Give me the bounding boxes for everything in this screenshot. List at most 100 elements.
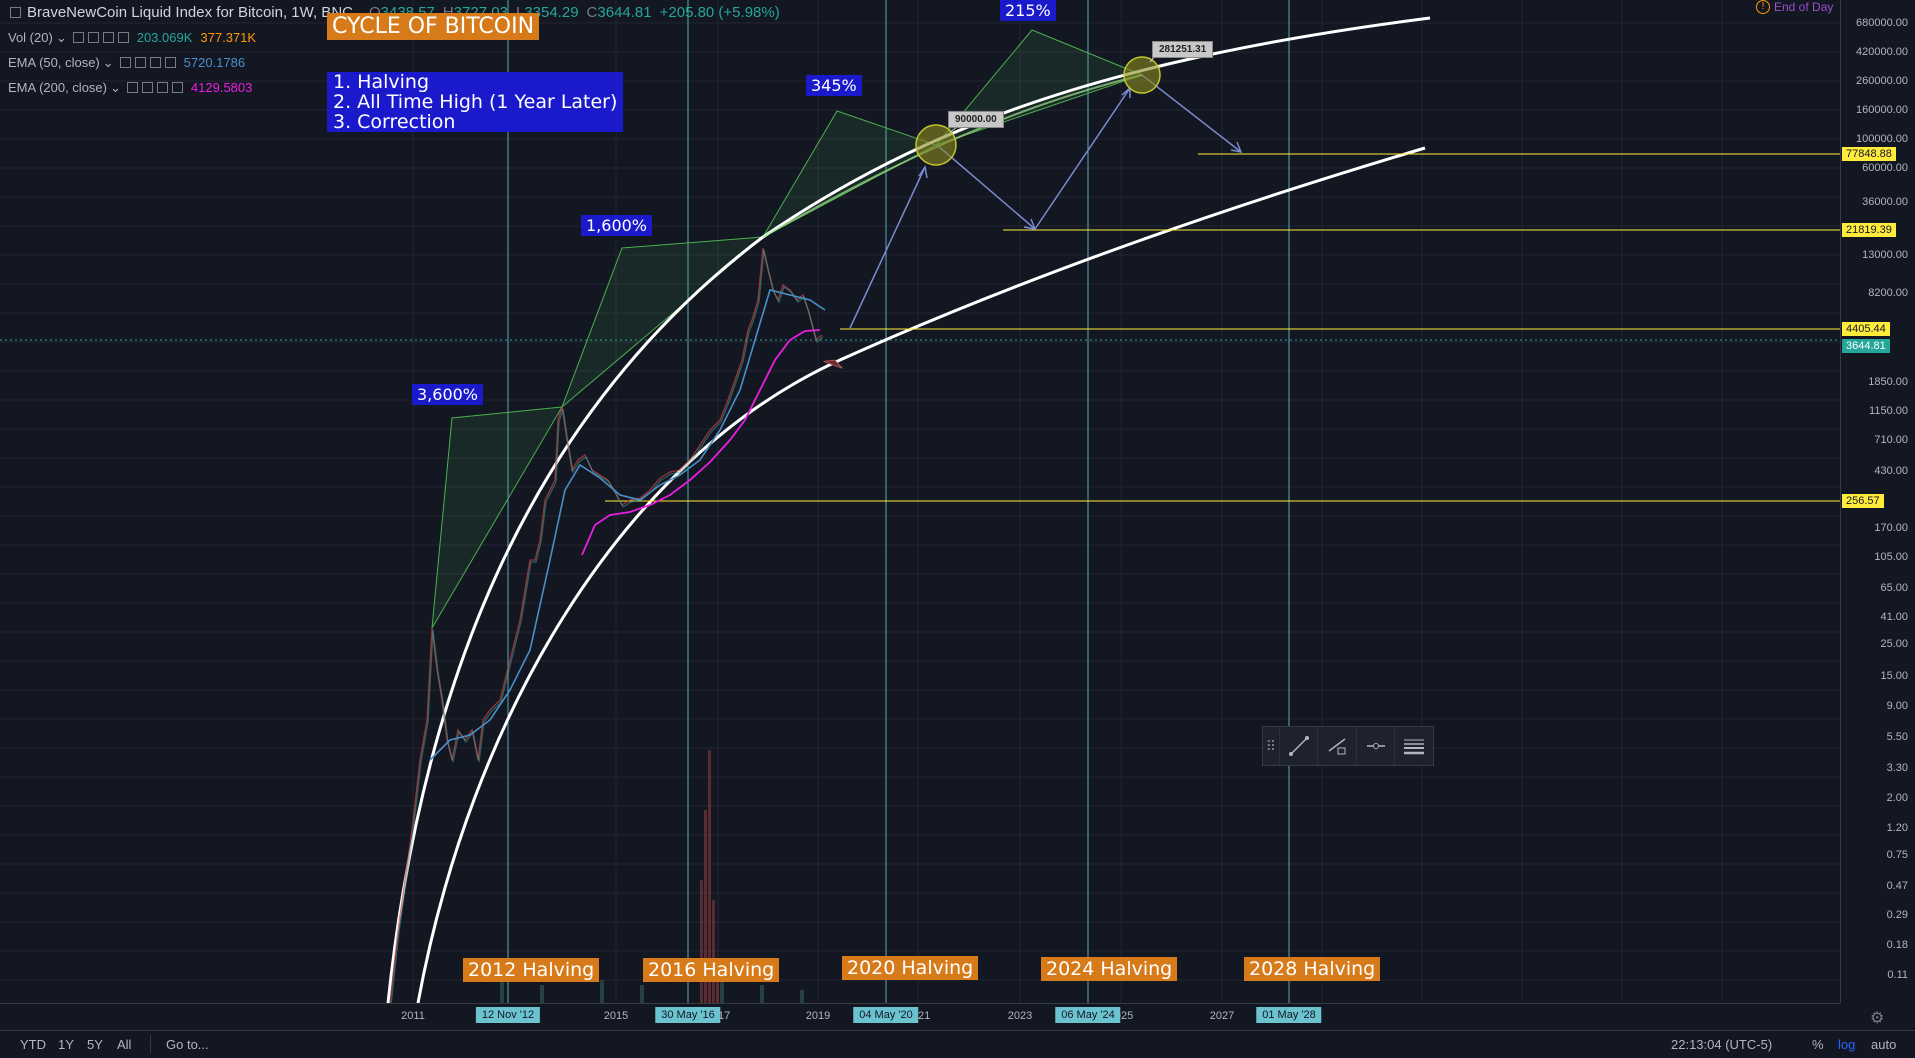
price-tick: 105.00 <box>1874 551 1908 563</box>
halving-date-tag[interactable]: 04 May '20 <box>853 1007 919 1023</box>
warning-circle-icon: ! <box>1756 0 1770 14</box>
vol-name[interactable]: Vol (20) <box>8 25 53 50</box>
halving-date-tag[interactable]: 30 May '16 <box>655 1007 721 1023</box>
price-tick: 1.20 <box>1886 822 1908 834</box>
chart-area[interactable]: BraveNewCoin Liquid Index for Bitcoin, 1… <box>0 0 1840 1003</box>
gain-label-1[interactable]: 3,600% <box>412 384 484 405</box>
ohlc-c: 3644.81 <box>597 4 652 21</box>
price-tick: 8200.00 <box>1868 287 1908 299</box>
price-tick: 0.47 <box>1886 880 1908 892</box>
halving-date-tag[interactable]: 01 May '28 <box>1256 1007 1322 1023</box>
close-icon[interactable] <box>117 32 129 43</box>
end-of-day-label: End of Day <box>1774 0 1834 14</box>
price-tick: 100000.00 <box>1856 133 1908 145</box>
ray-line-icon[interactable] <box>1317 727 1356 765</box>
target-circle-2024 <box>1123 56 1161 94</box>
halving-label-2020[interactable]: 2020 Halving <box>842 956 979 980</box>
price-tick: 1150.00 <box>1869 405 1908 417</box>
eye-icon[interactable] <box>72 32 84 43</box>
price-tick: 710.00 <box>1874 434 1908 446</box>
percent-toggle[interactable]: % <box>1812 1037 1824 1052</box>
ohlc-c-label: C <box>586 4 598 21</box>
price-tag-support-1[interactable]: 4405.44 <box>1842 322 1890 336</box>
chevron-down-icon[interactable]: ⌄ <box>56 25 67 50</box>
price-tick: 15.00 <box>1880 670 1908 682</box>
cycle-step-3: 3. Correction <box>333 111 456 133</box>
cycle-steps-box[interactable]: 1. Halving 2. All Time High (1 Year Late… <box>327 71 624 133</box>
price-tick: 65.00 <box>1880 582 1908 594</box>
callout-target-2020[interactable]: 90000.00 <box>948 111 1004 128</box>
halving-date-tag[interactable]: 06 May '24 <box>1055 1007 1121 1023</box>
price-tick: 420000.00 <box>1856 46 1908 58</box>
time-tick: 2019 <box>805 1010 831 1022</box>
target-circle-2020 <box>915 124 957 166</box>
horizontal-ray-icon[interactable] <box>1355 727 1395 765</box>
price-tick: 13000.00 <box>1862 249 1908 261</box>
price-tick: 5.50 <box>1886 731 1908 743</box>
price-tick: 41.00 <box>1880 611 1908 623</box>
ema50-value: 5720.1786 <box>183 55 246 70</box>
price-tag-last[interactable]: 3644.81 <box>1842 339 1890 353</box>
gain-label-3[interactable]: 345% <box>806 75 862 96</box>
price-tag-resistance-1[interactable]: 77848.88 <box>1842 147 1896 161</box>
price-tag-support-2[interactable]: 256.57 <box>1842 494 1884 508</box>
callout-target-2024[interactable]: 281251.31 <box>1152 41 1214 58</box>
price-chart[interactable] <box>0 0 1840 1003</box>
gear-icon[interactable]: ⚙ <box>1870 1008 1884 1028</box>
range-1y[interactable]: 1Y <box>58 1037 74 1052</box>
range-5y[interactable]: 5Y <box>87 1037 103 1052</box>
halving-label-2028[interactable]: 2028 Halving <box>1244 957 1381 981</box>
ema50-name[interactable]: EMA (50, close) <box>8 50 100 75</box>
price-tick: 1850.00 <box>1868 376 1908 388</box>
price-tag-resistance-2[interactable]: 21819.39 <box>1842 223 1896 237</box>
gear-icon[interactable] <box>87 32 99 43</box>
time-tick: 2011 <box>401 1010 425 1022</box>
vol-value-1: 203.069K <box>136 30 193 45</box>
price-tick: 0.75 <box>1886 849 1908 861</box>
drawing-toolbar[interactable]: ⠿ <box>1262 726 1434 766</box>
chevron-down-icon[interactable]: ⌄ <box>110 75 121 100</box>
goto-button[interactable]: Go to... <box>166 1037 209 1052</box>
time-tick: 2015 <box>603 1010 629 1022</box>
time-axis[interactable]: 2011 2015 2017 2019 2021 2023 2025 2027 … <box>0 1003 1840 1028</box>
halving-label-2016[interactable]: 2016 Halving <box>643 958 780 982</box>
eye-icon[interactable] <box>119 57 131 68</box>
halving-date-tag[interactable]: 12 Nov '12 <box>475 1007 541 1023</box>
price-tick: 160000.00 <box>1856 104 1908 116</box>
plus-icon[interactable] <box>149 57 161 68</box>
plus-icon[interactable] <box>156 82 168 93</box>
auto-toggle[interactable]: auto <box>1871 1037 1896 1052</box>
trend-line-icon[interactable] <box>1278 727 1318 765</box>
price-tick: 0.29 <box>1886 909 1908 921</box>
drag-handle-icon[interactable]: ⠿ <box>1263 727 1279 765</box>
collapse-legend-icon[interactable] <box>10 7 21 18</box>
gear-icon[interactable] <box>134 57 146 68</box>
time-tick: 2027 <box>1209 1010 1235 1022</box>
price-tick: 25.00 <box>1880 638 1908 650</box>
log-toggle[interactable]: log <box>1838 1037 1855 1052</box>
end-of-day-badge[interactable]: ! End of Day <box>1756 0 1833 14</box>
range-ytd[interactable]: YTD <box>20 1037 46 1052</box>
close-icon[interactable] <box>171 82 183 93</box>
gain-label-4[interactable]: 215% <box>1000 0 1056 21</box>
gain-label-2[interactable]: 1,600% <box>581 215 653 236</box>
chevron-down-icon[interactable]: ⌄ <box>103 50 114 75</box>
ema200-value: 4129.5803 <box>190 80 253 95</box>
ema200-name[interactable]: EMA (200, close) <box>8 75 107 100</box>
price-tick: 260000.00 <box>1856 75 1908 87</box>
symbol-title[interactable]: BraveNewCoin Liquid Index for Bitcoin, 1… <box>27 0 353 25</box>
gear-icon[interactable] <box>141 82 153 93</box>
price-axis[interactable]: 680000.00 420000.00 260000.00 160000.00 … <box>1840 0 1915 1003</box>
plus-icon[interactable] <box>102 32 114 43</box>
line-settings-icon[interactable] <box>1394 727 1433 765</box>
cycle-title[interactable]: CYCLE OF BITCOIN <box>327 13 540 40</box>
range-all[interactable]: All <box>117 1037 131 1052</box>
eye-icon[interactable] <box>126 82 138 93</box>
halving-label-2012[interactable]: 2012 Halving <box>463 958 600 982</box>
price-tick: 430.00 <box>1874 465 1908 477</box>
time-tick: 2023 <box>1007 1010 1033 1022</box>
close-icon[interactable] <box>164 57 176 68</box>
cycle-step-1: 1. Halving <box>333 71 430 93</box>
halving-label-2024[interactable]: 2024 Halving <box>1041 957 1178 981</box>
price-tick: 680000.00 <box>1856 17 1908 29</box>
